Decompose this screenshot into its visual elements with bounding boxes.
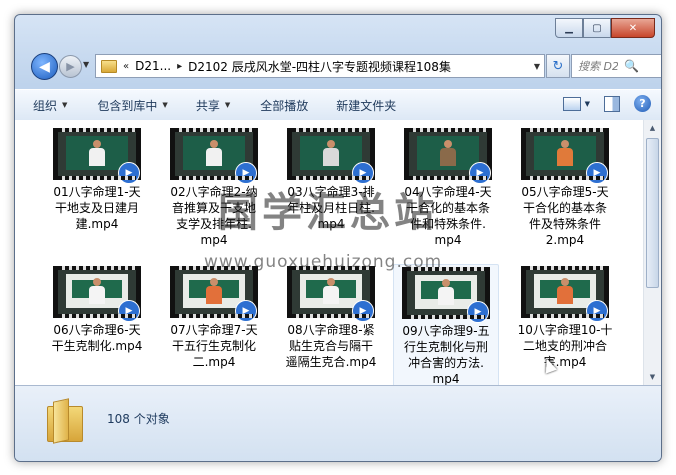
video-thumbnail: ▶ [402,267,490,323]
video-thumbnail: ▶ [170,128,258,184]
view-controls: ▼ ? [562,95,651,112]
details-pane: 108 个对象 [15,385,661,461]
include-in-library-menu[interactable]: 包含到库中 ▼ [97,97,167,114]
file-item-selected[interactable]: ▶ 09八字命理9-五 行生克制化与刑 冲合害的方法. mp4 [393,264,499,394]
preview-pane-icon[interactable] [604,95,620,112]
video-thumbnail: ▶ [53,266,141,322]
recent-pages-dropdown-icon[interactable]: ▼ [83,60,89,69]
file-name: 08八字命理8-紧 贴生克合与隔干 遥隔生克合.mp4 [285,323,377,369]
scrollbar-thumb[interactable] [646,138,659,288]
folder-icon [47,398,83,444]
watermark-url: www.guoxuehuizong.com [204,252,443,272]
watermark-text: 国学汇总站 [218,189,438,236]
navigation-bar: ◀ ▶ ▼ « D21... ▸ D2102 辰戌风水堂-四柱八字专题视频课程1… [25,53,661,80]
chevron-down-icon: ▼ [62,101,68,109]
item-count: 108 个对象 [107,412,170,426]
change-view-button[interactable]: ▼ [562,96,590,111]
chevron-down-icon: ▼ [162,101,168,109]
vlc-media-icon: ▶ [352,300,374,322]
back-arrow-icon[interactable]: ◀ [31,53,58,80]
vlc-media-icon: ▶ [235,300,257,322]
file-name: 01八字命理1-天 干地支及日建月 建.mp4 [53,185,141,231]
file-name: 05八字命理5-天 干合化的基本条 件及特殊条件 2.mp4 [521,185,609,247]
video-thumbnail: ▶ [287,128,375,184]
vlc-media-icon: ▶ [467,301,489,323]
breadcrumb-overflow[interactable]: « [123,61,129,72]
command-bar: 组织 ▼ 包含到库中 ▼ 共享 ▼ 全部播放 新建文件夹 ▼ ? [15,89,661,121]
share-label: 共享 [195,98,220,113]
caption-buttons: ▁ ▢ ✕ [555,18,655,38]
maximize-button[interactable]: ▢ [583,18,611,38]
new-folder-button[interactable]: 新建文件夹 [336,97,396,114]
breadcrumb-current[interactable]: D2102 辰戌风水堂-四柱八字专题视频课程108集 [188,58,451,75]
vlc-media-icon: ▶ [118,300,140,322]
file-item[interactable]: ▶ 06八字命理6-天 干生克制化.mp4 [45,266,149,354]
organize-label: 组织 [33,98,58,113]
file-name: 06八字命理6-天 干生克制化.mp4 [51,323,143,353]
vlc-media-icon: ▶ [586,162,608,184]
video-thumbnail: ▶ [287,266,375,322]
view-icon [562,96,581,111]
play-all-label: 全部播放 [260,98,309,113]
file-item[interactable]: ▶ 08八字命理8-紧 贴生克合与隔干 遥隔生克合.mp4 [279,266,383,370]
chevron-down-icon: ▼ [224,101,231,109]
file-name: 09八字命理9-五 行生克制化与刑 冲合害的方法. mp4 [402,324,490,386]
video-thumbnail: ▶ [53,128,141,184]
play-all-button[interactable]: 全部播放 [260,97,308,114]
share-menu[interactable]: 共享 ▼ [196,97,230,114]
folder-icon [101,59,117,73]
file-item[interactable]: ▶ 05八字命理5-天 干合化的基本条 件及特殊条件 2.mp4 [513,128,617,248]
video-thumbnail: ▶ [404,128,492,184]
file-item[interactable]: ▶ 07八字命理7-天 干五行生克制化 二.mp4 [162,266,266,370]
search-input[interactable]: 搜索 D210... 🔍 [571,54,661,78]
breadcrumb-separator-icon[interactable]: ▸ [177,61,182,72]
address-dropdown-icon[interactable]: ▼ [534,62,540,71]
video-thumbnail: ▶ [521,266,609,322]
address-bar[interactable]: « D21... ▸ D2102 辰戌风水堂-四柱八字专题视频课程108集 ▼ [95,54,545,78]
vlc-media-icon: ▶ [586,300,608,322]
vertical-scrollbar[interactable]: ▲ ▼ [643,120,661,385]
file-item[interactable]: ▶ 01八字命理1-天 干地支及日建月 建.mp4 [45,128,149,232]
search-icon[interactable]: 🔍 [618,59,661,73]
video-thumbnail: ▶ [521,128,609,184]
new-folder-label: 新建文件夹 [336,98,397,113]
search-placeholder: 搜索 D210... [578,60,618,73]
organize-menu[interactable]: 组织 ▼ [33,97,67,114]
file-name: 10八字命理10-十 二地支的刑冲合 害.mp4 [517,323,613,369]
breadcrumb-parent[interactable]: D21... [135,59,171,73]
close-button[interactable]: ✕ [611,18,655,38]
forward-arrow-icon[interactable]: ▶ [59,55,82,78]
vlc-media-icon: ▶ [469,162,491,184]
explorer-window: ▁ ▢ ✕ ◀ ▶ ▼ « D21... ▸ D2102 辰戌风水堂-四柱八字专… [14,14,662,462]
refresh-icon[interactable]: ↻ [546,54,570,78]
minimize-button[interactable]: ▁ [555,18,583,38]
include-in-library-label: 包含到库中 [97,98,158,113]
video-thumbnail: ▶ [170,266,258,322]
file-item[interactable]: ▶ 10八字命理10-十 二地支的刑冲合 害.mp4 [513,266,617,370]
scroll-up-icon[interactable]: ▲ [644,120,661,136]
chevron-down-icon: ▼ [584,99,590,108]
file-name: 07八字命理7-天 干五行生克制化 二.mp4 [170,323,258,369]
vlc-media-icon: ▶ [118,162,140,184]
help-icon[interactable]: ? [634,95,651,112]
scroll-down-icon[interactable]: ▼ [644,369,661,385]
